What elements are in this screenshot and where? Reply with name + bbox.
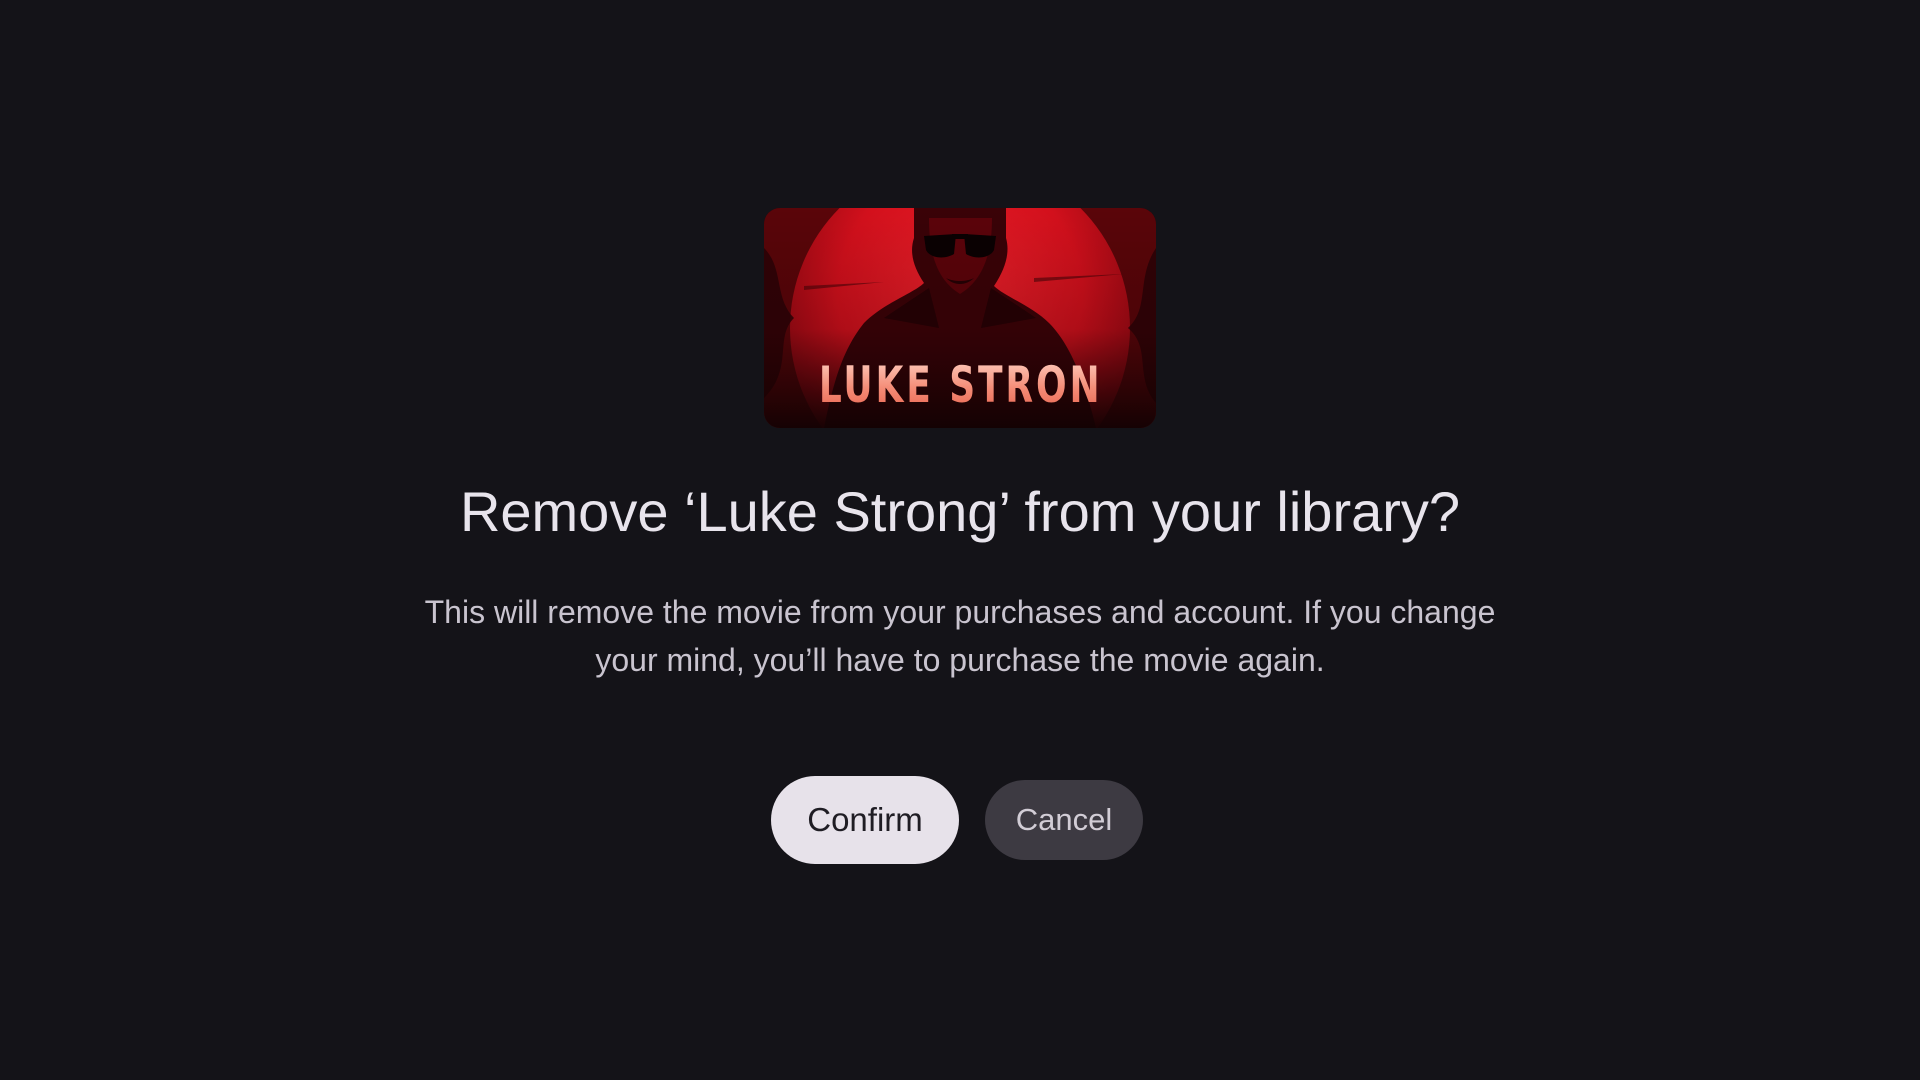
cancel-button[interactable]: Cancel <box>985 780 1143 860</box>
dialog-title: Remove ‘Luke Strong’ from your library? <box>459 480 1461 543</box>
movie-poster: LUKE STRONG <box>764 208 1156 428</box>
poster-title-text: LUKE STRONG <box>818 356 1135 414</box>
confirm-button[interactable]: Confirm <box>771 776 959 864</box>
remove-from-library-dialog: LUKE STRONG Remove ‘Luke Strong’ from yo… <box>0 0 1920 1080</box>
dialog-body-text: This will remove the movie from your pur… <box>424 594 1496 678</box>
